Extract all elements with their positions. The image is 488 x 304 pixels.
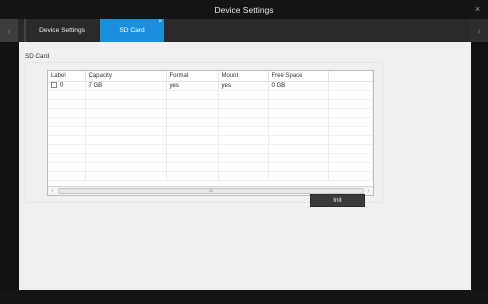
empty-row <box>48 135 373 145</box>
empty-row <box>48 144 373 154</box>
empty-row <box>48 117 373 127</box>
column-header-capacity[interactable]: Capacity <box>85 71 167 82</box>
tab-label: Device Settings <box>39 27 85 34</box>
empty-row <box>48 108 373 118</box>
tab-sd-card[interactable]: SD Card × <box>100 19 164 42</box>
empty-row <box>48 99 373 109</box>
device-settings-window: Device Settings × ‹ Device Settings SD C… <box>0 0 488 304</box>
column-header-free-space[interactable]: Free Space <box>268 71 329 82</box>
cell-free-space: 0 GB <box>268 81 329 91</box>
cell-format: yes <box>166 81 219 91</box>
cell-mount: yes <box>218 81 269 91</box>
close-icon[interactable]: × <box>472 4 483 15</box>
column-header-format[interactable]: Format <box>166 71 219 82</box>
tab-bar: ‹ Device Settings SD Card × › <box>0 19 488 42</box>
empty-row <box>48 153 373 163</box>
empty-row <box>48 90 373 100</box>
row-checkbox[interactable] <box>51 82 57 89</box>
sd-card-panel: SD Card Label Capacity Format Mount Free… <box>19 42 471 290</box>
column-header-label[interactable]: Label <box>48 71 86 82</box>
empty-row <box>48 171 373 181</box>
tab-scroll-right-icon[interactable]: › <box>470 19 488 42</box>
table-header-row: Label Capacity Format Mount Free Space <box>48 71 373 82</box>
title-bar: Device Settings × <box>0 0 488 19</box>
empty-row <box>48 126 373 136</box>
sd-card-table: Label Capacity Format Mount Free Space 0… <box>47 70 374 196</box>
scroll-right-icon[interactable]: › <box>364 187 373 195</box>
column-header-mount[interactable]: Mount <box>218 71 269 82</box>
group-title: SD Card <box>25 53 50 60</box>
column-header-filler <box>328 71 373 82</box>
tab-device-settings[interactable]: Device Settings <box>26 19 98 42</box>
bottom-bar <box>0 290 488 304</box>
tab-close-icon[interactable]: × <box>158 19 162 25</box>
tab-scroll-left-icon[interactable]: ‹ <box>0 19 18 42</box>
label-value: 0 <box>60 82 64 89</box>
window-title: Device Settings <box>214 4 274 15</box>
cell-capacity: 7 GB <box>85 81 167 91</box>
empty-row <box>48 162 373 172</box>
cell-label: 0 <box>48 81 86 91</box>
cell-filler <box>328 81 373 91</box>
init-button[interactable]: Init <box>310 194 365 207</box>
tab-label: SD Card <box>119 27 145 34</box>
table-row[interactable]: 0 7 GB yes yes 0 GB <box>48 81 373 91</box>
scroll-left-icon[interactable]: ‹ <box>48 187 57 195</box>
